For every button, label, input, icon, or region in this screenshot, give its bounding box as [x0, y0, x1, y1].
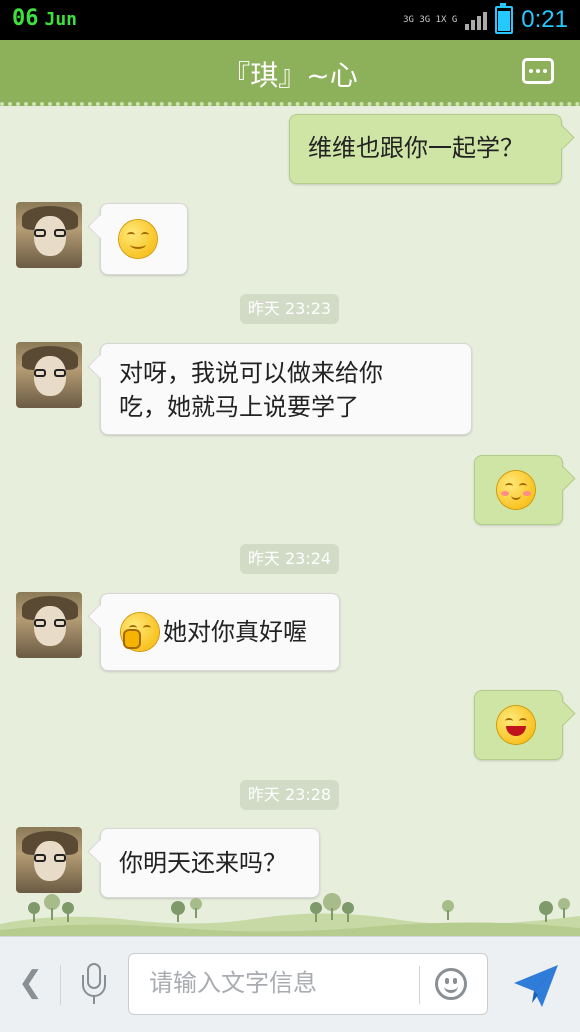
message-incoming[interactable]: 她对你真好喔	[100, 593, 340, 671]
status-time: 0:21	[521, 6, 568, 33]
divider	[419, 966, 420, 1004]
message-incoming[interactable]: 对呀，我说可以做来给你 吃，她就马上说要学了	[100, 343, 472, 435]
microphone-icon[interactable]	[80, 963, 108, 1007]
status-date-day: 06	[12, 6, 39, 31]
timestamp: 昨天 23:28	[240, 780, 339, 810]
message-text-line1: 对呀，我说可以做来给你	[119, 359, 383, 387]
more-dots-icon[interactable]	[522, 58, 554, 84]
status-date: 06 Jun	[12, 6, 77, 31]
back-chevron-icon[interactable]: ❮	[18, 965, 43, 1000]
timestamp: 昨天 23:23	[240, 294, 339, 324]
message-list[interactable]: 维维也跟你一起学？ 昨天 23:23 对呀，我说可以做来给你 吃，她就马上说要学…	[0, 106, 580, 936]
send-icon[interactable]	[512, 961, 560, 1009]
chat-title: 『琪』~心	[222, 59, 358, 92]
divider	[60, 965, 61, 1005]
message-outgoing[interactable]: 维维也跟你一起学？	[289, 114, 562, 184]
message-text: 你明天还来吗？	[119, 849, 287, 877]
message-text: 维维也跟你一起学？	[308, 134, 524, 162]
smile-emoji-icon	[119, 220, 157, 258]
battery-icon	[495, 3, 514, 34]
message-input[interactable]	[147, 968, 411, 998]
hills-decoration	[0, 893, 580, 936]
timestamp: 昨天 23:24	[240, 544, 339, 574]
status-date-month: Jun	[44, 9, 78, 30]
network-type-icon: 3G 3G 1X G	[403, 15, 457, 25]
message-incoming[interactable]: 你明天还来吗？	[100, 828, 320, 898]
chat-header: 『琪』~心	[0, 40, 580, 106]
message-input-box[interactable]	[128, 953, 488, 1015]
message-incoming[interactable]	[100, 203, 188, 275]
laugh-emoji-icon	[497, 706, 535, 744]
network-type-label: 3G 3G 1X G	[403, 15, 458, 25]
message-text-line2: 吃，她就马上说要学了	[119, 393, 359, 421]
avatar[interactable]	[16, 202, 82, 268]
status-bar: 06 Jun 3G 3G 1X G 0:21	[0, 0, 580, 40]
input-bar: ❮	[0, 936, 580, 1032]
blush-emoji-icon	[497, 471, 535, 509]
message-outgoing[interactable]	[474, 455, 563, 525]
avatar[interactable]	[16, 827, 82, 893]
avatar[interactable]	[16, 342, 82, 408]
message-outgoing[interactable]	[474, 690, 563, 760]
avatar[interactable]	[16, 592, 82, 658]
shy-emoji-icon	[121, 613, 159, 651]
message-text: 她对你真好喔	[163, 618, 307, 646]
signal-icon	[465, 10, 488, 30]
emoji-icon[interactable]	[435, 968, 467, 1000]
